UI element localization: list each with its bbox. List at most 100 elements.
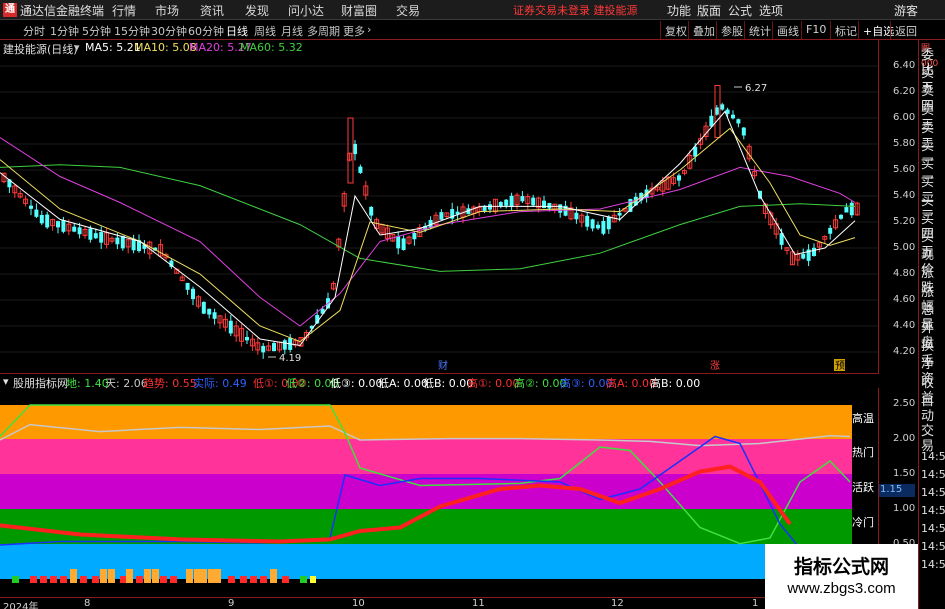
ma5-label: MA5: 5.21 <box>85 41 141 54</box>
date-tick: 2024年 <box>3 602 39 609</box>
signal-bar <box>120 576 127 583</box>
candle-body <box>45 214 50 228</box>
f10-button[interactable]: F10 <box>801 21 830 39</box>
sub-tick: 1.00 <box>893 503 916 514</box>
chevron-down-icon[interactable]: ▾ <box>3 375 9 388</box>
signal-bar <box>250 576 257 583</box>
period-60min[interactable]: 60分钟 <box>188 23 224 39</box>
login-alert[interactable]: 证券交易未登录 建投能源 <box>513 2 638 18</box>
candle-body <box>844 207 849 213</box>
candle-body <box>606 216 611 230</box>
period-daily[interactable]: 日线 <box>226 23 248 39</box>
signal-bar <box>30 576 37 583</box>
signal-bar <box>12 576 19 583</box>
finance-mark: 财 <box>438 359 448 372</box>
candle-body <box>828 227 833 234</box>
zone-label: 冷门 <box>852 515 874 529</box>
back-button[interactable]: 返回 <box>890 21 921 39</box>
sub-tick: 1.50 <box>893 468 916 479</box>
overlay-button[interactable]: 叠加 <box>688 21 719 39</box>
period-5min[interactable]: 5分钟 <box>82 23 111 39</box>
menu-trade[interactable]: 交易 <box>396 2 420 19</box>
menu-discover[interactable]: 发现 <box>245 2 269 19</box>
price-tick: 6.00 <box>893 112 916 123</box>
zone-label: 热门 <box>852 445 874 459</box>
watermark-title: 指标公式网 <box>793 556 889 578</box>
sub-indicator-chart[interactable]: 高温热门活跃冷门 <box>0 388 878 597</box>
signal-bar <box>208 569 215 583</box>
zone-band <box>0 405 852 440</box>
menu-layout[interactable]: 版面 <box>697 2 721 19</box>
menu-market[interactable]: 市场 <box>155 2 179 19</box>
candle-body <box>61 219 66 232</box>
candle-body <box>207 308 212 315</box>
price-tick: 4.60 <box>893 294 916 305</box>
signal-bar <box>108 569 115 583</box>
period-multi[interactable]: 多周期 <box>307 23 340 39</box>
signal-bar <box>152 569 159 583</box>
candle-body <box>531 197 536 206</box>
menu-wealth[interactable]: 财富圈 <box>341 2 377 19</box>
period-more[interactable]: 更多 <box>343 23 365 39</box>
menu-formula[interactable]: 公式 <box>728 2 752 19</box>
period-weekly[interactable]: 周线 <box>254 23 276 39</box>
date-tick: 12 <box>611 598 624 609</box>
candle-body <box>488 204 492 210</box>
period-30min[interactable]: 30分钟 <box>151 23 187 39</box>
period-monthly[interactable]: 月线 <box>281 23 303 39</box>
period-intraday[interactable]: 分时 <box>23 23 45 39</box>
mark-button[interactable]: 标记 <box>830 21 861 39</box>
candle-body <box>261 345 266 353</box>
chevron-right-icon[interactable]: › <box>367 23 371 36</box>
sub-indicator-header: ▾ 股朋指标网 地: 1.40 天: 2.06 趋势: 0.55 实际: 0.49 低①… <box>0 373 878 390</box>
candle-body <box>369 206 374 216</box>
period-1min[interactable]: 1分钟 <box>50 23 79 39</box>
side-time: 14:56 <box>921 504 945 517</box>
menu-bar: 通 通达信金融终端 行情 市场 资讯 发现 问小达 财富圈 交易 证券交易未登录… <box>0 0 945 20</box>
candle-body <box>185 282 190 290</box>
main-indicator-header: 建投能源(日线) ▾ MA5: 5.21 MA10: 5.08 MA20: 5.… <box>0 40 878 56</box>
signal-bar <box>300 576 307 583</box>
candle-body <box>201 301 206 314</box>
price-tick: 4.80 <box>893 268 916 279</box>
candle-body <box>801 253 806 259</box>
shareholding-button[interactable]: 参股 <box>716 21 747 39</box>
side-panel-item[interactable]: 自动交易 <box>921 394 945 454</box>
candle-body <box>720 104 725 110</box>
stock-name[interactable]: 建投能源(日线) <box>3 41 78 57</box>
statistics-button[interactable]: 统计 <box>744 21 775 39</box>
menu-options[interactable]: 选项 <box>759 2 783 19</box>
period-15min[interactable]: 15分钟 <box>114 23 150 39</box>
ma10-line <box>0 127 856 343</box>
signal-bar <box>240 576 247 583</box>
menu-ask[interactable]: 问小达 <box>288 2 324 19</box>
menu-market-quotes[interactable]: 行情 <box>112 2 136 19</box>
menu-guest[interactable]: 游客 <box>894 2 918 19</box>
watermark-url: www.zbgs3.com <box>787 580 896 597</box>
candle-body <box>596 224 600 229</box>
draw-line-button[interactable]: 画线 <box>772 21 803 39</box>
candle-body <box>93 233 98 239</box>
chevron-down-icon[interactable]: ▾ <box>74 41 80 54</box>
ma-lines <box>0 110 856 347</box>
zone-labels: 高温热门活跃冷门 <box>852 411 874 529</box>
adjust-button[interactable]: 复权 <box>660 21 691 39</box>
app-title: 通达信金融终端 <box>20 4 105 18</box>
menu-functions[interactable]: 功能 <box>667 2 691 19</box>
signal-bar <box>70 569 77 583</box>
signal-bar <box>186 569 193 583</box>
candle-body <box>509 195 514 207</box>
period-toolbar: 分时 1分钟 5分钟 15分钟 30分钟 60分钟 日线 周线 月线 多周期 更… <box>0 21 945 40</box>
candle-body <box>115 237 120 245</box>
ma10-label: MA10: 5.08 <box>134 41 197 54</box>
menu-news[interactable]: 资讯 <box>200 2 224 19</box>
signal-bar <box>60 576 67 583</box>
candle-body <box>677 175 681 181</box>
zone-bands <box>0 405 852 579</box>
forecast-mark: 预 <box>835 360 845 372</box>
price-tick: 5.80 <box>893 138 916 149</box>
signal-bar <box>92 576 99 583</box>
candlestick-chart[interactable]: 6.27 4.19 财 涨 预 <box>0 56 878 373</box>
signal-bar <box>50 576 57 583</box>
date-tick: 1 <box>752 598 759 609</box>
